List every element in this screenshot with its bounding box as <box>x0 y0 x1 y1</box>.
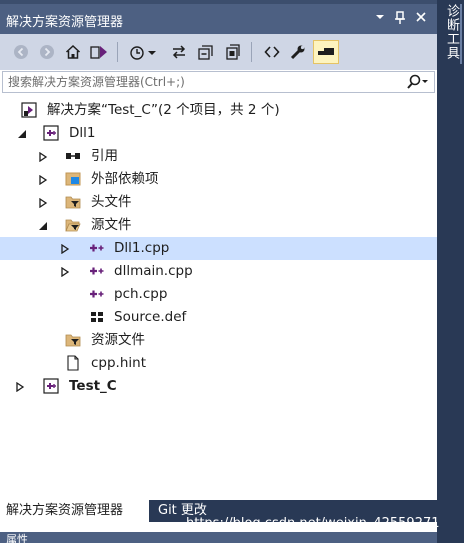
header-files-label: 头文件 <box>91 194 132 210</box>
cpp-project-icon <box>43 125 59 141</box>
solution-icon <box>21 102 37 118</box>
tree-item-solution[interactable]: 解决方案“Test_C”(2 个项目，共 2 个) <box>0 99 437 122</box>
cpp-file-icon <box>89 240 105 256</box>
external-deps-icon <box>65 171 81 187</box>
tree-item-file-pch-cpp[interactable]: pch.cpp <box>0 283 437 306</box>
solution-explorer-panel: 解决方案资源管理器 搜索解决方案资源管理器(Ctrl+;) 解决方案“Test_… <box>0 0 437 543</box>
pending-changes-filter-icon[interactable] <box>128 40 158 64</box>
tree-item-header-files[interactable]: 头文件 <box>0 191 437 214</box>
def-file-icon <box>89 309 105 325</box>
filter-folder-icon <box>65 194 81 210</box>
file-label: dllmain.cpp <box>114 263 193 279</box>
references-icon <box>65 148 81 164</box>
resource-files-label: 资源文件 <box>91 332 145 348</box>
preview-selected-icon[interactable] <box>313 40 339 64</box>
right-side-tab-strip: 诊断工具 <box>437 0 464 543</box>
filter-folder-open-icon <box>65 217 81 233</box>
file-label: Dll1.cpp <box>114 240 170 256</box>
dropdown-icon[interactable] <box>372 11 388 27</box>
cpp-file-icon <box>89 263 105 279</box>
tree-item-project-dll1[interactable]: Dll1 <box>0 122 437 145</box>
expand-arrow-icon[interactable] <box>38 174 48 186</box>
close-icon[interactable] <box>413 11 429 27</box>
cpp-file-icon <box>89 286 105 302</box>
file-label: pch.cpp <box>114 286 168 302</box>
file-label: Source.def <box>114 309 187 325</box>
expand-arrow-icon[interactable] <box>15 381 25 393</box>
collapse-all-icon[interactable] <box>195 40 217 64</box>
show-all-files-icon[interactable] <box>222 40 244 64</box>
diagnostic-tools-tab[interactable]: 诊断工具 <box>442 4 461 60</box>
tree-item-references[interactable]: 引用 <box>0 145 437 168</box>
external-deps-label: 外部依赖项 <box>91 171 159 187</box>
expand-arrow-icon[interactable] <box>60 266 70 278</box>
home-icon[interactable] <box>62 40 84 64</box>
project-label: Dll1 <box>69 125 96 141</box>
sync-icon[interactable] <box>168 40 190 64</box>
pin-icon[interactable] <box>392 11 408 27</box>
project-label: Test_C <box>69 378 117 394</box>
tree-item-source-files[interactable]: 源文件 <box>0 214 437 237</box>
expand-arrow-icon[interactable] <box>38 151 48 163</box>
search-box <box>2 71 435 93</box>
text-file-icon <box>65 355 81 371</box>
watermark-text: https://blog.csdn.net/weixin_42559271 <box>186 516 440 531</box>
filter-folder-icon <box>65 332 81 348</box>
properties-panel-header: 属性 <box>0 532 437 543</box>
toolbar-separator <box>251 42 252 62</box>
tree-item-file-dll1-cpp[interactable]: Dll1.cpp <box>0 237 437 260</box>
tree-item-external-deps[interactable]: 外部依赖项 <box>0 168 437 191</box>
expand-arrow-icon[interactable] <box>38 197 48 209</box>
search-icon[interactable] <box>406 74 428 93</box>
source-files-label: 源文件 <box>91 217 132 233</box>
forward-icon[interactable] <box>36 40 58 64</box>
toolbar-separator <box>117 42 118 62</box>
tab-solution-explorer[interactable]: 解决方案资源管理器 <box>0 500 149 522</box>
tree-item-file-dllmain-cpp[interactable]: dllmain.cpp <box>0 260 437 283</box>
panel-title: 解决方案资源管理器 <box>6 15 124 30</box>
tree-item-resource-files[interactable]: 资源文件 <box>0 329 437 352</box>
tree-item-project-test-c[interactable]: Test_C <box>0 375 437 398</box>
collapse-arrow-icon[interactable] <box>17 128 27 138</box>
references-label: 引用 <box>91 148 118 164</box>
expand-arrow-icon[interactable] <box>60 243 70 255</box>
toolbar <box>0 34 437 70</box>
collapse-arrow-icon[interactable] <box>38 220 48 230</box>
search-input[interactable] <box>3 72 393 92</box>
cpp-project-icon <box>43 378 59 394</box>
properties-icon[interactable] <box>287 40 309 64</box>
tree-item-file-source-def[interactable]: Source.def <box>0 306 437 329</box>
back-icon[interactable] <box>10 40 32 64</box>
panel-titlebar: 解决方案资源管理器 <box>0 0 437 34</box>
solution-label: 解决方案“Test_C”(2 个项目，共 2 个) <box>47 102 280 118</box>
tree-item-file-cpp-hint[interactable]: cpp.hint <box>0 352 437 375</box>
switch-views-icon[interactable] <box>88 40 110 64</box>
tab-indicator <box>460 4 462 64</box>
file-label: cpp.hint <box>91 355 147 371</box>
code-view-icon[interactable] <box>261 40 283 64</box>
properties-title[interactable]: 属性 <box>6 531 28 543</box>
